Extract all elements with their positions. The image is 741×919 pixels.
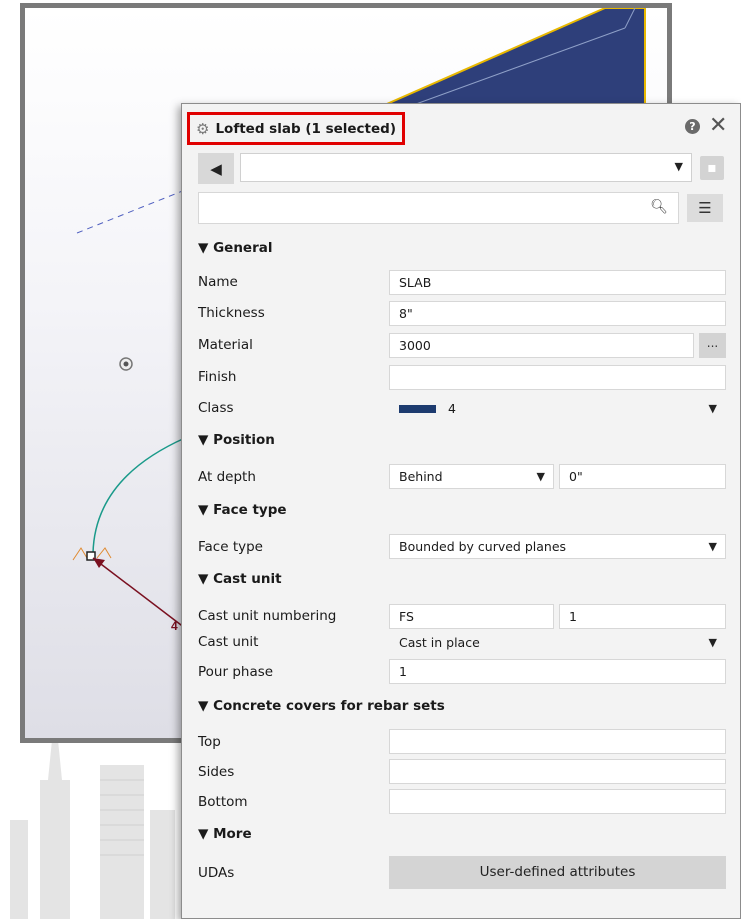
section-position[interactable]: ▼ Position: [198, 432, 275, 448]
cover-sides-label: Sides: [198, 764, 235, 780]
class-dropdown[interactable]: 4 ▼: [389, 396, 726, 421]
finish-field[interactable]: [389, 365, 726, 390]
at-depth-label: At depth: [198, 469, 256, 485]
panel-titlebar: ⚙ Lofted slab (1 selected) ? ✕: [182, 104, 740, 148]
preset-row: ◀ ▼ ▪: [198, 153, 728, 185]
dimension-line: [92, 557, 186, 629]
cover-top-field[interactable]: [389, 729, 726, 754]
thickness-field[interactable]: 8": [389, 301, 726, 326]
chevron-down-icon: ▼: [708, 540, 717, 553]
chevron-down-icon: ▼: [674, 160, 683, 173]
dimension-label: 4: [171, 619, 178, 633]
pour-phase-label: Pour phase: [198, 664, 274, 680]
save-icon[interactable]: ▪: [700, 156, 724, 180]
search-input[interactable]: 🔍︎: [198, 192, 679, 224]
search-row: 🔍︎ ☰: [198, 192, 728, 224]
back-button[interactable]: ◀: [198, 153, 234, 184]
reference-line: [76, 189, 186, 234]
finish-label: Finish: [198, 369, 237, 385]
help-icon[interactable]: ?: [685, 119, 700, 134]
section-face-type[interactable]: ▼ Face type: [198, 502, 287, 518]
thickness-label: Thickness: [198, 305, 265, 321]
cast-unit-start-number-field[interactable]: 1: [559, 604, 726, 629]
properties-panel: ⚙ Lofted slab (1 selected) ? ✕ ◀ ▼ ▪ 🔍︎ …: [181, 103, 741, 919]
cast-unit-dropdown[interactable]: Cast in place ▼: [389, 630, 726, 655]
cast-unit-prefix-field[interactable]: FS: [389, 604, 554, 629]
section-concrete-covers[interactable]: ▼ Concrete covers for rebar sets: [198, 698, 445, 714]
cast-unit-value: Cast in place: [399, 635, 480, 650]
face-type-value: Bounded by curved planes: [399, 539, 567, 554]
user-defined-attributes-button[interactable]: User-defined attributes: [389, 856, 726, 889]
at-depth-offset-field[interactable]: 0": [559, 464, 726, 489]
udas-label: UDAs: [198, 865, 235, 881]
slab-object: [354, 8, 646, 119]
panel-title-highlight: ⚙ Lofted slab (1 selected): [187, 112, 405, 145]
cover-bottom-label: Bottom: [198, 794, 248, 810]
cover-bottom-field[interactable]: [389, 789, 726, 814]
face-type-dropdown[interactable]: Bounded by curved planes ▼: [389, 534, 726, 559]
menu-icon[interactable]: ☰: [687, 194, 723, 222]
section-general[interactable]: ▼ General: [198, 240, 272, 256]
chevron-down-icon: ▼: [708, 402, 717, 415]
cast-unit-numbering-label: Cast unit numbering: [198, 608, 337, 624]
search-icon: 🔍︎: [650, 199, 668, 215]
at-depth-dropdown[interactable]: Behind ▼: [389, 464, 554, 489]
panel-title: Lofted slab (1 selected): [215, 120, 396, 137]
face-type-label: Face type: [198, 539, 263, 555]
close-icon[interactable]: ✕: [709, 113, 727, 138]
at-depth-value: Behind: [399, 469, 443, 484]
cover-top-label: Top: [198, 734, 221, 750]
material-browse-button[interactable]: ...: [699, 333, 726, 358]
class-value: 4: [448, 401, 456, 416]
cast-unit-label: Cast unit: [198, 634, 259, 650]
preset-dropdown[interactable]: ▼: [240, 153, 692, 182]
class-color-swatch: [399, 404, 436, 413]
section-cast-unit[interactable]: ▼ Cast unit: [198, 571, 282, 587]
chevron-down-icon: ▼: [708, 636, 717, 649]
cover-sides-field[interactable]: [389, 759, 726, 784]
chevron-down-icon: ▼: [536, 470, 545, 483]
material-label: Material: [198, 337, 253, 353]
gear-icon: ⚙: [196, 119, 210, 138]
name-label: Name: [198, 274, 238, 290]
class-label: Class: [198, 400, 234, 416]
arc-curve: [92, 437, 186, 554]
section-more[interactable]: ▼ More: [198, 826, 252, 842]
pour-phase-field[interactable]: 1: [389, 659, 726, 684]
name-field[interactable]: SLAB: [389, 270, 726, 295]
back-arrow-icon: ◀: [210, 159, 222, 178]
material-field[interactable]: 3000: [389, 333, 694, 358]
